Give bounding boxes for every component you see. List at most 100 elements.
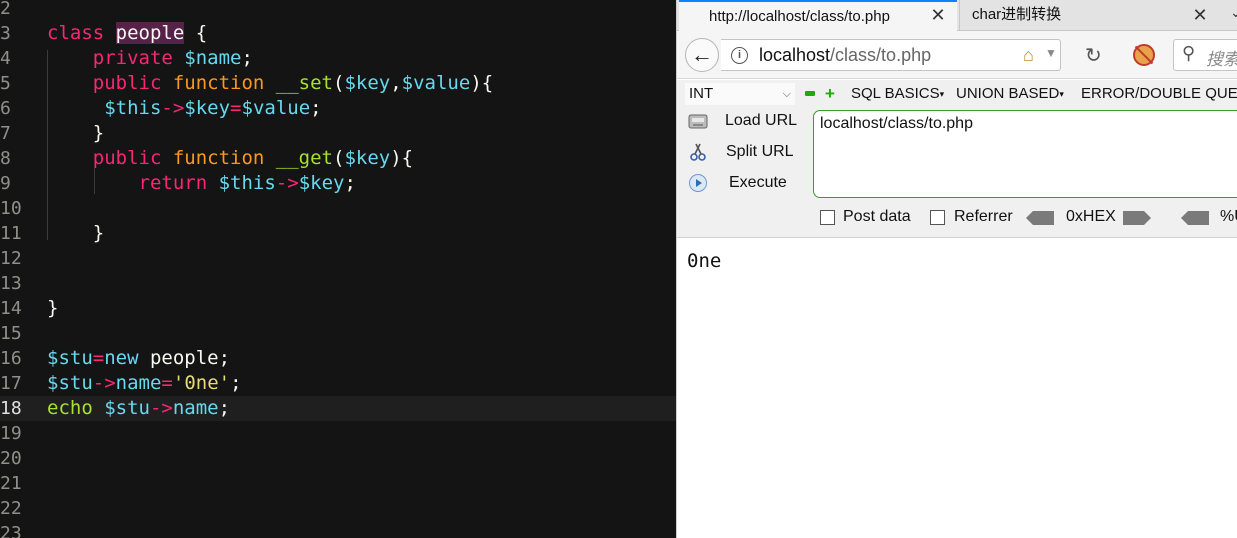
code-line[interactable]: 6 $this->$key=$value; [0, 96, 676, 121]
code-token: function [172, 72, 276, 94]
type-select[interactable]: INT ⌵ [685, 83, 795, 105]
code-line[interactable]: 11 } [0, 221, 676, 246]
code-token: ){ [470, 72, 494, 94]
code-line[interactable]: 21 [0, 471, 676, 496]
line-number: 4 [0, 48, 11, 69]
hex-label: 0xHEX [1066, 208, 1116, 225]
code-line[interactable]: 23 [0, 521, 676, 538]
code-line[interactable]: 3 class people { [0, 21, 676, 46]
hackbar-url-value: localhost/class/to.php [820, 115, 973, 132]
code-token: ; [241, 47, 253, 69]
line-number: 10 [0, 198, 22, 219]
info-icon[interactable]: i [731, 47, 748, 64]
search-box[interactable]: ⚲ 搜索 [1173, 39, 1237, 71]
hex-decode-arrow-icon[interactable] [1026, 211, 1054, 225]
page-content: 0ne [677, 238, 1237, 538]
referrer-checkbox[interactable] [930, 210, 945, 225]
menu-label: UNION BASED [956, 85, 1060, 102]
execute-button[interactable]: Execute [729, 174, 787, 192]
minus-icon[interactable] [805, 91, 815, 96]
line-number: 9 [0, 173, 11, 194]
tab-label: http://localhost/class/to.php [709, 8, 890, 25]
home-icon[interactable]: ⌂ [1023, 45, 1034, 66]
code-text: } [47, 221, 104, 246]
hackbar-panel: INT ⌵ + SQL BASICS▾ UNION BASED▾ ERROR/D… [677, 80, 1237, 238]
line-number: 22 [0, 498, 22, 519]
url-bar[interactable]: i localhost/class/to.php ⌂ ▼ [721, 39, 1061, 71]
code-line[interactable]: 14} [0, 296, 676, 321]
tab-list-icon[interactable]: ⌄ [1230, 4, 1237, 21]
code-editor[interactable]: 2 3 class people {4 private $name; 5 public… [0, 0, 676, 538]
code-token: -> [161, 97, 185, 119]
line-number: 18 [0, 398, 22, 419]
post-data-checkbox[interactable] [820, 210, 835, 225]
code-line[interactable]: 9 return $this->$key; [0, 171, 676, 196]
back-arrow-icon: ← [691, 42, 713, 67]
url-host: localhost [759, 45, 831, 65]
code-token: echo [47, 397, 105, 419]
code-line[interactable]: 18 echo $stu->name; [0, 396, 676, 421]
noscript-icon[interactable] [1133, 44, 1155, 66]
dropdown-icon[interactable]: ▼ [1045, 46, 1057, 60]
code-text: echo $stu->name; [47, 396, 230, 421]
menu-sql-basics[interactable]: SQL BASICS▾ [851, 83, 944, 105]
url-decode-arrow-icon[interactable] [1181, 211, 1209, 225]
code-line[interactable]: 19 [0, 421, 676, 446]
chevron-down-icon: ⌵ [782, 88, 791, 100]
hex-encode-arrow-icon[interactable] [1123, 211, 1151, 225]
code-token: $key [344, 147, 391, 169]
hackbar-url-textarea[interactable]: localhost/class/to.php [813, 110, 1237, 198]
code-line[interactable]: 5 public function __set($key,$value){ [0, 71, 676, 96]
code-line[interactable]: 17 $stu->name='0ne'; [0, 371, 676, 396]
load-url-label: Load URL [725, 112, 798, 129]
code-line[interactable]: 8 public function __get($key){ [0, 146, 676, 171]
close-tab-icon[interactable]: ✕ [1191, 4, 1209, 26]
code-token: private [47, 47, 185, 69]
scissors-icon[interactable] [687, 142, 709, 162]
line-number: 21 [0, 473, 22, 494]
split-url-label: Split URL [726, 143, 794, 160]
code-text: class people { [47, 21, 207, 46]
close-tab-icon[interactable]: ✕ [929, 4, 947, 26]
code-line[interactable]: 13 [0, 271, 676, 296]
code-line[interactable]: 15 [0, 321, 676, 346]
load-url-icon[interactable] [687, 112, 709, 132]
line-number: 17 [0, 373, 22, 394]
menu-error-double-query[interactable]: ERROR/DOUBLE QUERY [1081, 83, 1237, 105]
execute-icon[interactable] [687, 173, 709, 193]
tab-inactive[interactable]: char进制转换 [959, 0, 1229, 31]
code-line[interactable]: 12 [0, 246, 676, 271]
code-token: ){ [390, 147, 414, 169]
line-number: 15 [0, 323, 22, 344]
code-line[interactable]: 7 } [0, 121, 676, 146]
plus-icon[interactable]: + [825, 85, 835, 102]
tab-active[interactable]: http://localhost/class/to.php [679, 0, 957, 31]
reload-icon[interactable]: ↻ [1085, 43, 1102, 68]
menu-union-based[interactable]: UNION BASED▾ [956, 83, 1064, 105]
line-number: 8 [0, 148, 11, 169]
url-text[interactable]: localhost/class/to.php [759, 45, 931, 66]
code-line[interactable]: 4 private $name; [0, 46, 676, 71]
split-url-button[interactable]: Split URL [726, 143, 794, 161]
code-token: ( [333, 147, 345, 169]
code-token: new [104, 347, 150, 369]
browser-window: http://localhost/class/to.php ✕ char进制转换… [676, 0, 1237, 538]
code-token: -> [275, 172, 299, 194]
code-token: $key [184, 97, 231, 119]
code-text: public function __set($key,$value){ [47, 71, 493, 96]
code-line[interactable]: 20 [0, 446, 676, 471]
code-line[interactable]: 10 [0, 196, 676, 221]
code-token: name [115, 372, 162, 394]
line-number: 5 [0, 73, 11, 94]
code-token: ; [310, 97, 322, 119]
line-number: 7 [0, 123, 11, 144]
load-url-button[interactable]: Load URL [725, 112, 797, 130]
line-number: 11 [0, 223, 22, 244]
code-token: public [47, 147, 173, 169]
code-line[interactable]: 22 [0, 496, 676, 521]
code-line[interactable]: 16 $stu=new people; [0, 346, 676, 371]
back-button[interactable]: ← [685, 38, 719, 72]
code-line[interactable]: 2 [0, 0, 676, 21]
line-number: 23 [0, 523, 22, 538]
line-number: 14 [0, 298, 22, 319]
